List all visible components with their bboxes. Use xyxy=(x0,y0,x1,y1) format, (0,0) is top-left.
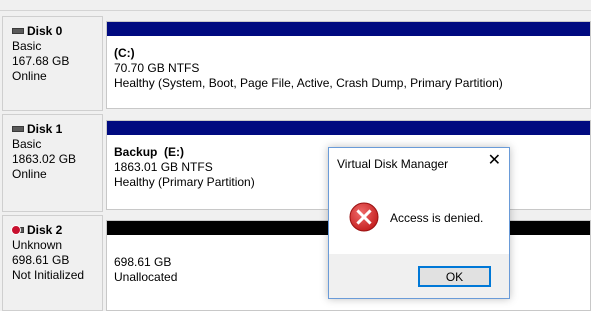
partition-bar xyxy=(107,121,590,135)
disk-row-0: Disk 0 Basic 167.68 GB Online (C:) 70.70… xyxy=(0,16,591,111)
partition-c[interactable]: (C:) 70.70 GB NTFS Healthy (System, Boot… xyxy=(106,21,591,109)
disk-type: Basic xyxy=(12,39,42,53)
disk-status: Online xyxy=(12,167,47,181)
disk-title-1: Disk 1 xyxy=(12,122,102,137)
disk-size: 167.68 GB xyxy=(12,54,70,68)
disk-error-icon xyxy=(11,224,24,235)
disk-type: Basic xyxy=(12,137,42,151)
partition-size: 698.61 GB xyxy=(114,255,172,269)
partition-body: (C:) 70.70 GB NTFS Healthy (System, Boot… xyxy=(114,46,503,91)
disk-status: Not Initialized xyxy=(12,268,85,282)
ok-button[interactable]: OK xyxy=(418,266,491,287)
dialog-title: Virtual Disk Manager xyxy=(337,157,449,171)
disk-icon xyxy=(12,27,24,34)
partition-size: 1863.01 GB NTFS xyxy=(114,160,213,174)
error-icon xyxy=(349,202,379,232)
error-dialog: Virtual Disk Manager ✕ Access is denied.… xyxy=(328,147,510,299)
partition-body: 698.61 GB Unallocated xyxy=(114,255,177,285)
disk-info-0[interactable]: Disk 0 Basic 167.68 GB Online xyxy=(2,16,103,111)
disk-icon xyxy=(12,125,24,132)
partition-health: Healthy (Primary Partition) xyxy=(114,175,255,189)
close-icon[interactable]: ✕ xyxy=(488,153,501,169)
dialog-message: Access is denied. xyxy=(390,211,484,225)
partition-label: Backup (E:) xyxy=(114,145,185,159)
disk-title-0: Disk 0 xyxy=(12,24,102,39)
disk-type: Unknown xyxy=(12,238,63,252)
disk-status: Online xyxy=(12,69,47,83)
partition-health: Healthy (System, Boot, Page File, Active… xyxy=(114,76,503,90)
disk-info-1[interactable]: Disk 1 Basic 1863.02 GB Online xyxy=(2,114,103,212)
partition-body: Backup (E:) 1863.01 GB NTFS Healthy (Pri… xyxy=(114,145,255,190)
partition-size: 70.70 GB NTFS xyxy=(114,61,200,75)
top-band xyxy=(0,0,591,11)
disk-title-2: Disk 2 xyxy=(11,223,102,238)
disk-size: 698.61 GB xyxy=(12,253,70,267)
disk-name: Disk 0 xyxy=(27,24,63,38)
partition-label: (C:) xyxy=(114,46,135,60)
disk-info-2[interactable]: Disk 2 Unknown 698.61 GB Not Initialized xyxy=(2,215,103,311)
dialog-footer: OK xyxy=(329,254,509,298)
partition-state: Unallocated xyxy=(114,270,178,284)
disk-name: Disk 1 xyxy=(27,122,63,136)
partition-bar xyxy=(107,22,590,36)
disk-size: 1863.02 GB xyxy=(12,152,77,166)
disk-name: Disk 2 xyxy=(27,223,63,237)
